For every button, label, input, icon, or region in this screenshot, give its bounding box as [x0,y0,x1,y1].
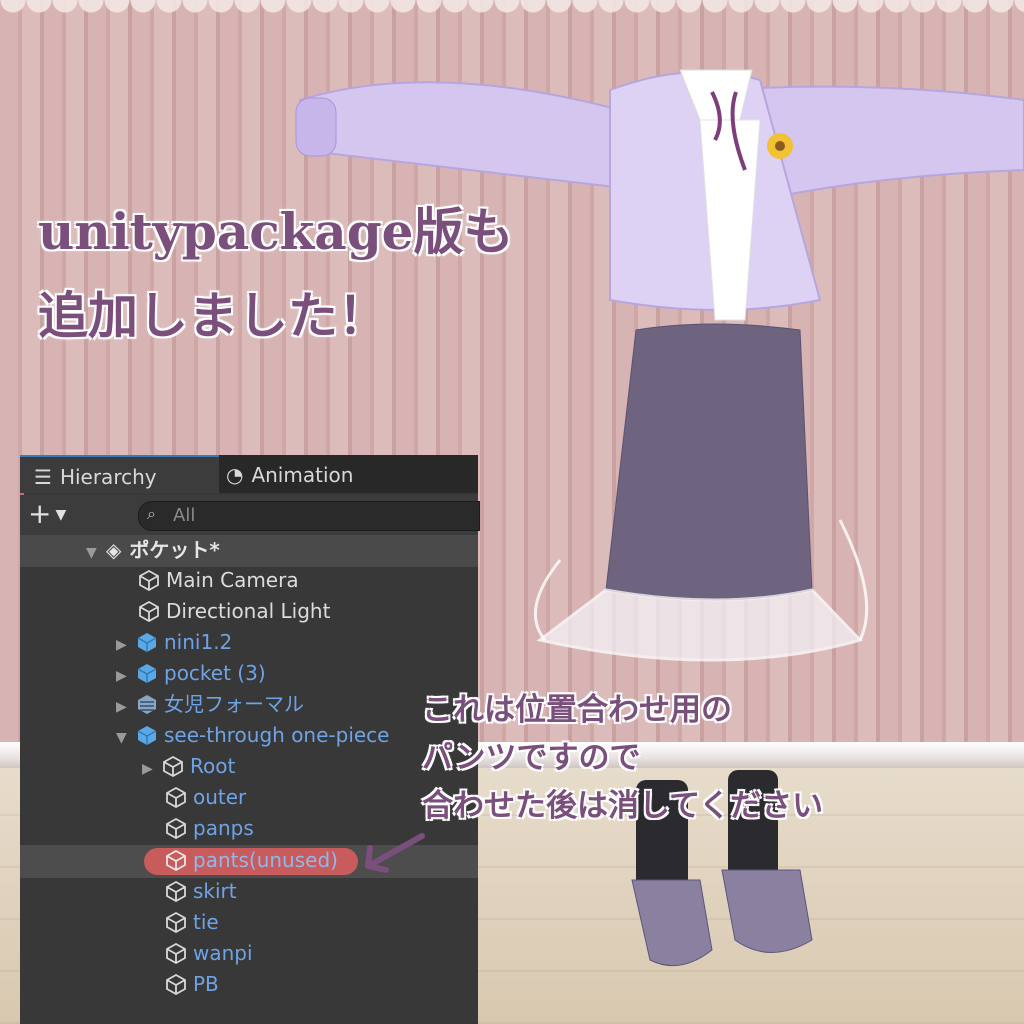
collapse-arrow-icon[interactable]: ▼ [116,723,132,754]
search-icon: ⌕ [147,504,156,523]
list-item-label: tie [193,910,219,934]
tab-bar: ☰ Hierarchy ◔ Animation [20,455,478,493]
pointer-arrow-icon [365,833,425,873]
hierarchy-toolbar: + ▼ ⌕ All [20,495,480,535]
search-placeholder: All [173,505,196,526]
gameobject-icon [163,755,183,777]
list-item-main-camera[interactable]: Main Camera [138,565,299,596]
list-item-tie[interactable]: tie [165,907,219,938]
gameobject-icon [139,569,159,591]
gameobject-icon [166,786,186,808]
unity-logo-icon: ◈ [106,538,122,562]
list-item-label: Directional Light [166,599,331,623]
gameobject-icon [166,911,186,933]
create-button[interactable]: + ▼ [28,499,66,530]
list-item-wanpi[interactable]: wanpi [165,938,253,969]
list-item-label: skirt [193,879,237,903]
hierarchy-panel: ☰ Hierarchy ◔ Animation + ▼ ⌕ All ▼ ◈ ポケット* M… [20,455,480,1024]
expand-arrow-icon[interactable]: ▼ [86,538,102,569]
list-item-label: nini1.2 [164,630,233,654]
tab-animation[interactable]: ◔ Animation [220,455,353,493]
promo-scene: unitypackage版も 追加しました！ ☰ Hierarchy ◔ Anima… [0,0,1024,1024]
list-item-skirt[interactable]: skirt [165,876,237,907]
gameobject-icon [166,942,186,964]
prefab-icon [137,726,157,745]
gameobject-icon [166,817,186,839]
list-item-label: Root [190,754,236,778]
clock-icon: ◔ [226,463,244,487]
list-item-pocket[interactable]: ▶ pocket (3) [116,658,266,689]
list-item-label: Main Camera [166,568,299,592]
list-item-label: PB [193,972,219,996]
list-item-label: 女児フォーマル [164,692,304,716]
tab-hierarchy[interactable]: ☰ Hierarchy [20,455,219,493]
list-item-label: pocket (3) [164,661,266,685]
list-item-label: pants(unused) [193,848,338,872]
scene-row[interactable]: ▼ ◈ ポケット* [20,535,478,567]
note-line-1: これは位置合わせ用の [422,692,732,728]
list-item-panps[interactable]: panps [165,813,254,844]
gameobject-icon [166,973,186,995]
list-item-formal[interactable]: ▶ 女児フォーマル [116,689,304,720]
headline-line-1: unitypackage版も [38,202,514,261]
expand-arrow-icon[interactable]: ▶ [116,630,132,661]
list-item-pb[interactable]: PB [165,969,219,1000]
prefab-icon [137,633,157,652]
chevron-down-icon: ▼ [55,507,67,523]
search-field[interactable]: ⌕ All [138,501,480,531]
prefab-icon [137,664,157,683]
headline-line-2: 追加しました！ [38,286,388,345]
gameobject-icon [166,849,186,871]
model-prefab-icon [138,695,156,714]
gameobject-icon [139,600,159,622]
list-item-nini[interactable]: ▶ nini1.2 [116,627,232,658]
list-item-label: panps [193,816,254,840]
list-item-root[interactable]: ▶ Root [142,751,235,782]
list-item-label: wanpi [193,941,253,965]
list-item-outer[interactable]: outer [165,782,246,813]
tab-animation-label: Animation [251,463,354,487]
expand-arrow-icon[interactable]: ▶ [116,692,132,723]
list-item-label: see-through one-piece [164,723,390,747]
expand-arrow-icon[interactable]: ▶ [142,754,158,785]
note-line-2: パンツですので [422,740,641,776]
tab-hierarchy-label: Hierarchy [59,465,157,489]
list-item-directional-light[interactable]: Directional Light [138,596,330,627]
list-icon: ☰ [34,465,52,489]
expand-arrow-icon[interactable]: ▶ [116,661,132,692]
gameobject-icon [166,880,186,902]
list-item-label: outer [193,785,247,809]
note-line-3: 合わせた後は消してください [422,788,824,824]
scene-name: ポケット* [129,538,220,562]
list-item-see-through[interactable]: ▼ see-through one-piece [116,720,389,751]
list-item-pants-unused[interactable]: pants(unused) [165,845,338,876]
